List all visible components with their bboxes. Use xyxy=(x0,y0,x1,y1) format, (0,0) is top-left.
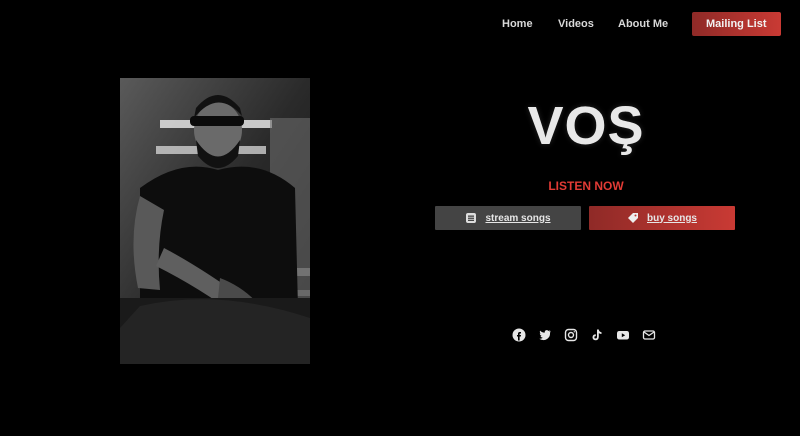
nav-home-link[interactable]: Home xyxy=(502,18,533,30)
facebook-icon[interactable] xyxy=(511,327,527,343)
instagram-icon[interactable] xyxy=(563,327,579,343)
stream-songs-button[interactable]: stream songs xyxy=(435,206,581,230)
youtube-icon[interactable] xyxy=(615,327,631,343)
buy-songs-button[interactable]: buy songs xyxy=(589,206,735,230)
stream-songs-label: stream songs xyxy=(485,212,551,224)
mailing-list-button[interactable]: Mailing List xyxy=(692,12,781,36)
nav-about-link[interactable]: About Me xyxy=(618,18,668,30)
tiktok-icon[interactable] xyxy=(589,327,605,343)
listen-now-heading: LISTEN NOW xyxy=(548,179,624,193)
nav-videos-link[interactable]: Videos xyxy=(558,18,594,30)
artist-photo xyxy=(120,78,310,364)
artist-name: VOŞ xyxy=(527,96,645,156)
stream-icon xyxy=(465,212,477,224)
buy-songs-label: buy songs xyxy=(646,212,697,224)
email-icon[interactable] xyxy=(641,327,657,343)
twitter-icon[interactable] xyxy=(537,327,553,343)
social-links xyxy=(511,327,657,343)
tag-icon xyxy=(627,212,639,224)
